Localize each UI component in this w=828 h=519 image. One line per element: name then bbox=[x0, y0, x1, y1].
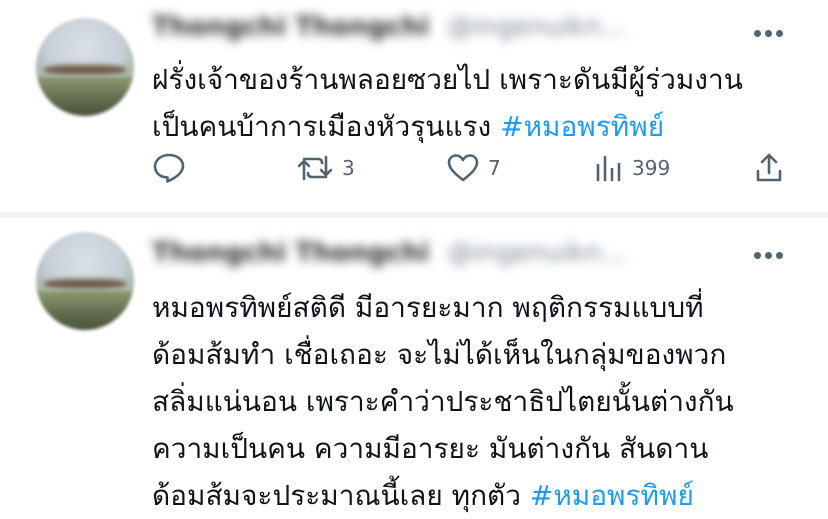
tweet-text-line: ด้อมส้มจะประมาณนี้เลย ทุกตัว bbox=[152, 479, 530, 512]
author-handle: @ingenuikn... bbox=[447, 12, 626, 42]
avatar[interactable] bbox=[36, 18, 134, 116]
views-button[interactable]: 399 bbox=[594, 148, 670, 188]
tweet-text-line: หมอพรทิพย์สติดี มีอารยะมาก พฤติกรรมแบบที… bbox=[152, 291, 704, 324]
avatar-ground bbox=[36, 290, 134, 330]
retweet-icon bbox=[297, 155, 333, 181]
like-count: 7 bbox=[488, 156, 501, 180]
views-icon bbox=[596, 155, 621, 182]
retweet-button[interactable]: 3 bbox=[296, 148, 355, 188]
tweet-text-line: สลิ่มแน่นอน เพราะคำว่าประชาธิปไตยนั้นต่า… bbox=[152, 385, 734, 418]
reply-button[interactable] bbox=[152, 148, 186, 188]
tweet-text-line: ความเป็นคน ความมีอารยะ มันต่างกัน สันดาน bbox=[152, 432, 709, 465]
hashtag-link[interactable]: #หมอพรทิพย์ bbox=[530, 479, 694, 512]
avatar-horizon bbox=[43, 65, 127, 75]
like-button[interactable]: 7 bbox=[446, 148, 501, 188]
tweet-text: หมอพรทิพย์สติดี มีอารยะมาก พฤติกรรมแบบที… bbox=[152, 284, 802, 519]
views-count: 399 bbox=[632, 156, 671, 180]
tweet-card[interactable]: Thongchi Thongchi @ingenuikn... หมอพรทิพย… bbox=[0, 218, 828, 512]
share-icon bbox=[756, 153, 782, 182]
retweet-count: 3 bbox=[342, 156, 355, 180]
reply-icon bbox=[153, 153, 185, 183]
author-handle: @ingenuikn... bbox=[447, 238, 626, 268]
author-name[interactable]: Thongchi Thongchi @ingenuikn... bbox=[152, 238, 762, 272]
share-button[interactable] bbox=[754, 148, 784, 188]
author-name[interactable]: Thongchi Thongchi @ingenuikn... bbox=[152, 12, 762, 46]
tweet-text-line: ด้อมส้มทำ เชื่อเถอะ จะไม่ได้เห็นในกลุ่มข… bbox=[152, 338, 727, 371]
author-display-name: Thongchi Thongchi bbox=[152, 12, 430, 42]
more-icon[interactable] bbox=[754, 252, 784, 260]
hashtag-link[interactable]: #หมอพรทิพย์ bbox=[500, 110, 664, 143]
tweet-text: ฝรั่งเจ้าของร้านพลอยซวยไป เพราะดันมีผู้ร… bbox=[152, 56, 802, 150]
tweet-card[interactable]: Thongchi Thongchi @ingenuikn... ฝรั่งเจ้า… bbox=[0, 0, 828, 212]
tweet-actions: 3 7 399 bbox=[0, 148, 828, 188]
author-display-name: Thongchi Thongchi bbox=[152, 238, 430, 268]
avatar-ground bbox=[36, 76, 134, 116]
avatar-horizon bbox=[43, 279, 127, 289]
like-icon bbox=[447, 154, 479, 182]
tweet-text-line: ฝรั่งเจ้าของร้านพลอยซวยไป เพราะดันมีผู้ร… bbox=[152, 63, 743, 96]
avatar[interactable] bbox=[36, 232, 134, 330]
tweet-text-line: เป็นคนบ้าการเมืองหัวรุนแรง bbox=[152, 110, 501, 143]
more-icon[interactable] bbox=[754, 30, 784, 38]
